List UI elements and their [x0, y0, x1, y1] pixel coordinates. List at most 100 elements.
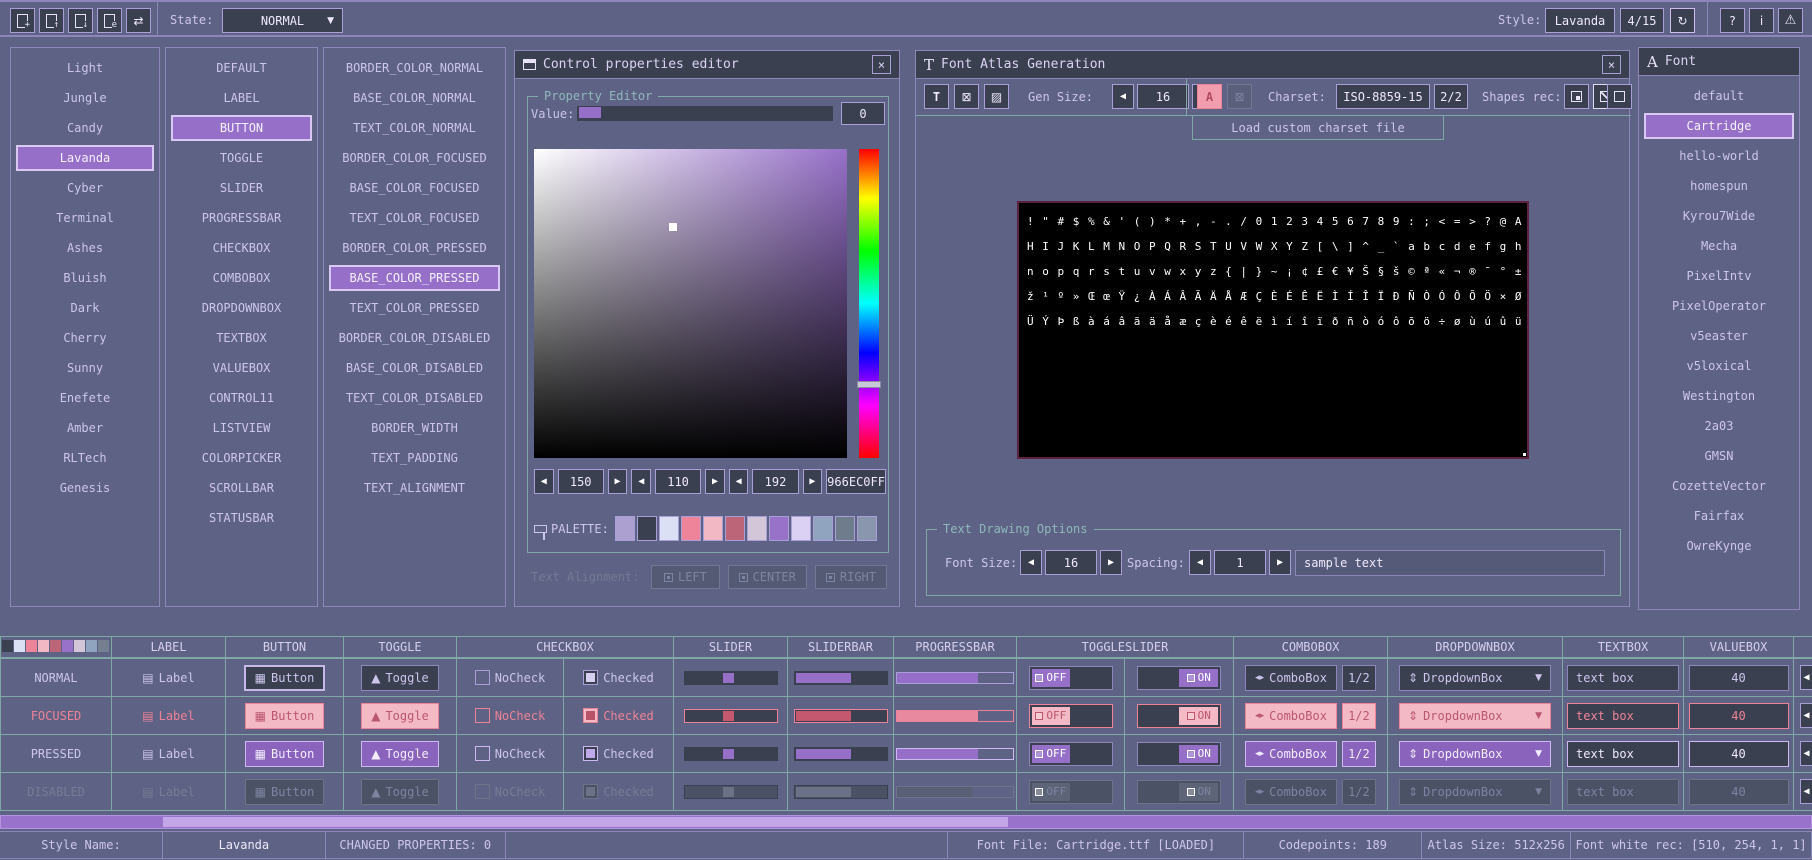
- cell-focused-slider[interactable]: [673, 696, 788, 735]
- control-item-combobox[interactable]: COMBOBOX: [171, 265, 312, 291]
- cell-normal-valuebox[interactable]: 40: [1683, 658, 1794, 697]
- text-alignment-left-button[interactable]: LEFT: [651, 565, 719, 589]
- cell-normal-dropdown[interactable]: ⇕DropdownBox▼: [1387, 658, 1563, 697]
- preview-combobox[interactable]: ◂▸ComboBox: [1245, 703, 1337, 729]
- preview-checkbox-unchecked[interactable]: [475, 670, 490, 685]
- preview-checkbox-unchecked[interactable]: [475, 784, 490, 799]
- property-item-base-color-focused[interactable]: BASE_COLOR_FOCUSED: [329, 175, 500, 201]
- cell-focused-toggleon[interactable]: ON: [1124, 696, 1234, 735]
- cell-focused-textbox[interactable]: text box: [1562, 696, 1684, 735]
- cell-disabled-toggle[interactable]: ▲Toggle: [343, 772, 457, 811]
- cell-pressed-progress[interactable]: [893, 734, 1017, 773]
- theme-item-amber[interactable]: Amber: [16, 415, 154, 441]
- cell-normal-combobox[interactable]: ◂▸ComboBox1/2: [1233, 658, 1388, 697]
- preview-toggleslider-on[interactable]: ON: [1137, 704, 1221, 728]
- value-slider-thumb[interactable]: [579, 107, 601, 118]
- control-item-listview[interactable]: LISTVIEW: [171, 415, 312, 441]
- property-item-text-color-disabled[interactable]: TEXT_COLOR_DISABLED: [329, 385, 500, 411]
- font-item-kyrou7wide[interactable]: Kyrou7Wide: [1644, 203, 1794, 229]
- palette-swatch-11[interactable]: [857, 516, 877, 541]
- font-item-owrekynge[interactable]: OwreKynge: [1644, 533, 1794, 559]
- unload-charset-button[interactable]: ⊠: [1227, 84, 1252, 109]
- theme-item-enefete[interactable]: Enefete: [16, 385, 154, 411]
- gen-size-decrease-button[interactable]: ◀: [1112, 84, 1134, 109]
- palette-swatch-9[interactable]: [813, 516, 833, 541]
- cell-normal-toggleon[interactable]: ON: [1124, 658, 1234, 697]
- property-item-base-color-disabled[interactable]: BASE_COLOR_DISABLED: [329, 355, 500, 381]
- cell-pressed-sliderbar[interactable]: [787, 734, 894, 773]
- palette-swatch-0[interactable]: [615, 516, 635, 541]
- cell-disabled-spinner[interactable]: ◀: [1793, 772, 1812, 811]
- theme-item-lavanda[interactable]: Lavanda: [16, 145, 154, 171]
- preview-button[interactable]: ▦Button: [245, 741, 325, 767]
- about-button[interactable]: ⚠: [1778, 8, 1803, 33]
- new-style-button[interactable]: +: [10, 8, 35, 33]
- cell-focused-valuebox[interactable]: 40: [1683, 696, 1794, 735]
- preview-checkbox-checked[interactable]: [583, 746, 598, 761]
- theme-item-light[interactable]: Light: [16, 55, 154, 81]
- cell-disabled-dropdown[interactable]: ⇕DropdownBox▼: [1387, 772, 1563, 811]
- preview-toggle[interactable]: ▲Toggle: [361, 665, 439, 691]
- cell-pressed-label[interactable]: ▤Label: [111, 734, 226, 773]
- palette-swatch-7[interactable]: [769, 516, 789, 541]
- font-item-hello-world[interactable]: hello-world: [1644, 143, 1794, 169]
- preview-checkbox-checked[interactable]: [583, 670, 598, 685]
- control-item-scrollbar[interactable]: SCROLLBAR: [171, 475, 312, 501]
- theme-item-cherry[interactable]: Cherry: [16, 325, 154, 351]
- properties-editor-titlebar[interactable]: Control properties editor ×: [515, 51, 899, 79]
- blue-value[interactable]: 192: [752, 469, 798, 494]
- preview-toggle[interactable]: ▲Toggle: [361, 741, 439, 767]
- font-size-value[interactable]: 16: [1045, 550, 1097, 575]
- preview-sliderbar[interactable]: [794, 709, 888, 723]
- theme-item-genesis[interactable]: Genesis: [16, 475, 154, 501]
- export-style-button[interactable]: e: [97, 8, 122, 33]
- cell-pressed-valuebox[interactable]: 40: [1683, 734, 1794, 773]
- control-item-button[interactable]: BUTTON: [171, 115, 312, 141]
- cell-focused-spinner[interactable]: ◀: [1793, 696, 1812, 735]
- cell-normal-toggle[interactable]: ▲Toggle: [343, 658, 457, 697]
- cell-focused-toggle[interactable]: ▲Toggle: [343, 696, 457, 735]
- cell-focused-label[interactable]: ▤Label: [111, 696, 226, 735]
- preview-spinner-left[interactable]: ◀: [1800, 703, 1812, 728]
- hex-color-value[interactable]: 966EC0FF: [826, 469, 886, 494]
- cell-pressed-dropdown[interactable]: ⇕DropdownBox▼: [1387, 734, 1563, 773]
- preview-toggleslider-off[interactable]: OFF: [1029, 704, 1113, 728]
- cell-focused-checked[interactable]: Checked: [563, 696, 674, 735]
- text-alignment-center-button[interactable]: CENTER: [728, 565, 807, 589]
- font-item-cartridge[interactable]: Cartridge: [1644, 113, 1794, 139]
- theme-item-sunny[interactable]: Sunny: [16, 355, 154, 381]
- cell-disabled-valuebox[interactable]: 40: [1683, 772, 1794, 811]
- preview-slider[interactable]: [684, 747, 778, 761]
- cell-normal-toggleoff[interactable]: OFF: [1016, 658, 1125, 697]
- preview-spinner-left[interactable]: ◀: [1800, 665, 1812, 690]
- theme-item-bluish[interactable]: Bluish: [16, 265, 154, 291]
- spacing-decrease-button[interactable]: ◀: [1189, 550, 1211, 575]
- font-item-mecha[interactable]: Mecha: [1644, 233, 1794, 259]
- control-item-control11[interactable]: CONTROL11: [171, 385, 312, 411]
- preview-dropdownbox[interactable]: ⇕DropdownBox▼: [1399, 665, 1551, 691]
- cell-disabled-toggleon[interactable]: ON: [1124, 772, 1234, 811]
- blue-increase-button[interactable]: ▶: [803, 469, 823, 494]
- cell-disabled-combobox[interactable]: ◂▸ComboBox1/2: [1233, 772, 1388, 811]
- cell-pressed-combobox[interactable]: ◂▸ComboBox1/2: [1233, 734, 1388, 773]
- red-decrease-button[interactable]: ◀: [534, 469, 554, 494]
- font-size-increase-button[interactable]: ▶: [1100, 550, 1122, 575]
- cell-focused-progress[interactable]: [893, 696, 1017, 735]
- theme-item-cyber[interactable]: Cyber: [16, 175, 154, 201]
- shapes-rec-square-button[interactable]: [1607, 84, 1632, 109]
- preview-sliderbar[interactable]: [794, 671, 888, 685]
- theme-item-rltech[interactable]: RLTech: [16, 445, 154, 471]
- preview-dropdownbox[interactable]: ⇕DropdownBox▼: [1399, 741, 1551, 767]
- font-item-v5easter[interactable]: v5easter: [1644, 323, 1794, 349]
- property-item-text-padding[interactable]: TEXT_PADDING: [329, 445, 500, 471]
- preview-valuebox[interactable]: 40: [1689, 703, 1789, 729]
- cell-focused-nocheck[interactable]: NoCheck: [456, 696, 564, 735]
- preview-spinner-left[interactable]: ◀: [1800, 741, 1812, 766]
- preview-checkbox-unchecked[interactable]: [475, 746, 490, 761]
- property-item-text-color-focused[interactable]: TEXT_COLOR_FOCUSED: [329, 205, 500, 231]
- control-item-colorpicker[interactable]: COLORPICKER: [171, 445, 312, 471]
- property-item-border-color-focused[interactable]: BORDER_COLOR_FOCUSED: [329, 145, 500, 171]
- unload-font-button[interactable]: ⊠: [954, 84, 979, 109]
- preview-textbox[interactable]: text box: [1567, 703, 1679, 729]
- cell-normal-textbox[interactable]: text box: [1562, 658, 1684, 697]
